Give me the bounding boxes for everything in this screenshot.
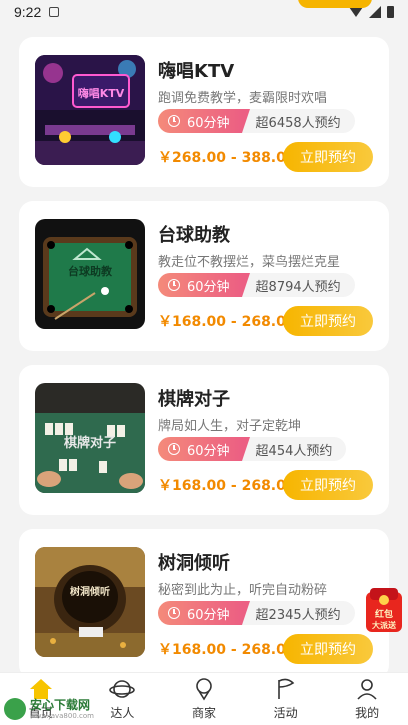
price-range: ￥268.00 - 388.00: [158, 150, 296, 166]
profile-icon: [357, 679, 377, 700]
battery-icon: [387, 6, 394, 18]
tab-label: 活动: [273, 706, 298, 720]
thumb-text: 台球助教: [68, 264, 113, 278]
tab-label: 商家: [191, 706, 216, 720]
booked-count: 超2345人预约: [241, 601, 355, 625]
duration-text: 60分钟: [187, 607, 230, 623]
thumb-text: 嗨唱KTV: [78, 86, 125, 100]
card-description: 跑调免费教学，麦霸限时欢唱: [158, 91, 328, 106]
shop-pin-icon: [196, 678, 212, 701]
tab-mine[interactable]: 我的: [326, 673, 408, 725]
book-now-button[interactable]: 立即预约: [283, 306, 373, 336]
red-packet-float-button[interactable]: 红包 大派送: [364, 588, 404, 634]
wifi-icon: [349, 7, 363, 17]
service-card[interactable]: 台球助教 台球助教 教走位不教摆烂，菜鸟摆烂克星 60分钟 超8794人预约 ￥…: [19, 201, 389, 351]
card-title: 台球助教: [158, 225, 230, 246]
booked-count: 超6458人预约: [241, 109, 355, 133]
price-range: ￥168.00 - 268.00: [158, 478, 296, 494]
card-description: 教走位不教摆烂，菜鸟摆烂克星: [158, 255, 341, 270]
book-now-button[interactable]: 立即预约: [283, 470, 373, 500]
price-range: ￥168.00 - 268.00: [158, 642, 296, 658]
watermark-url: www.java800.com: [30, 711, 94, 720]
flag-icon: [277, 678, 294, 699]
card-description: 秘密到此为止，听完自动粉碎: [158, 583, 328, 598]
red-packet-line2: 大派送: [372, 620, 397, 630]
book-now-button[interactable]: 立即预约: [283, 634, 373, 664]
red-packet-line1: 红包: [375, 608, 393, 620]
clock-icon: [168, 607, 180, 619]
mahjong-thumbnail: 棋牌对子: [35, 383, 145, 493]
watermark-logo: [4, 698, 26, 720]
previous-card-button-peek[interactable]: [298, 0, 372, 8]
duration-badge: 60分钟: [158, 109, 250, 133]
duration-badge: 60分钟: [158, 601, 250, 625]
service-list: 嗨唱KTV 嗨唱KTV 跑调免费教学，麦霸限时欢唱 60分钟 超6458人预约 …: [19, 37, 389, 693]
tab-activity[interactable]: 活动: [245, 673, 327, 725]
service-card[interactable]: 棋牌对子 棋牌对子 牌局如人生，对子定乾坤 60分钟 超454人预约 ￥168.…: [19, 365, 389, 515]
status-time: 9:22: [14, 4, 42, 20]
service-card[interactable]: 嗨唱KTV 嗨唱KTV 跑调免费教学，麦霸限时欢唱 60分钟 超6458人预约 …: [19, 37, 389, 187]
card-description: 牌局如人生，对子定乾坤: [158, 419, 302, 434]
card-badges: 60分钟 超2345人预约: [158, 601, 355, 625]
watermark: 安心下载网 www.java800.com: [4, 694, 114, 724]
book-now-button[interactable]: 立即预约: [283, 142, 373, 172]
card-title: 棋牌对子: [158, 389, 230, 410]
card-badges: 60分钟 超454人预约: [158, 437, 347, 461]
card-badges: 60分钟 超6458人预约: [158, 109, 355, 133]
thumb-text: 棋牌对子: [63, 435, 116, 451]
clock-icon: [168, 115, 180, 127]
clock-icon: [168, 279, 180, 291]
tab-label: 我的: [355, 706, 380, 720]
tree-hole-thumbnail: 树洞倾听: [35, 547, 145, 657]
card-badges: 60分钟 超8794人预约: [158, 273, 355, 297]
booked-count: 超8794人预约: [241, 273, 355, 297]
billiards-thumbnail: 台球助教: [35, 219, 145, 329]
card-title: 树洞倾听: [158, 553, 230, 574]
duration-text: 60分钟: [187, 443, 230, 459]
notification-icon: [49, 7, 60, 17]
card-title: 嗨唱KTV: [158, 61, 235, 82]
duration-text: 60分钟: [187, 115, 230, 131]
clock-icon: [168, 443, 180, 455]
duration-text: 60分钟: [187, 279, 230, 295]
tab-merchant[interactable]: 商家: [163, 673, 245, 725]
service-card[interactable]: 树洞倾听 树洞倾听 秘密到此为止，听完自动粉碎 60分钟 超2345人预约 ￥1…: [19, 529, 389, 679]
ktv-thumbnail: 嗨唱KTV: [35, 55, 145, 165]
signal-icon: [369, 6, 381, 18]
watermark-title: 安心下载网: [30, 697, 91, 712]
price-range: ￥168.00 - 268.00: [158, 314, 296, 330]
thumb-text: 树洞倾听: [70, 585, 110, 598]
duration-badge: 60分钟: [158, 273, 250, 297]
booked-count: 超454人预约: [241, 437, 347, 461]
duration-badge: 60分钟: [158, 437, 250, 461]
